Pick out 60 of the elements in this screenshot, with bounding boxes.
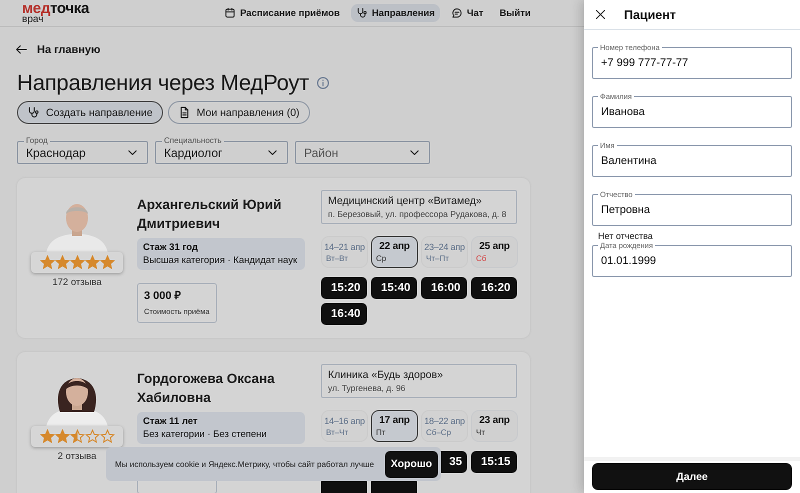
document-icon: [178, 106, 191, 119]
star-icon: [40, 255, 54, 270]
accept-button[interactable]: Хорошо: [384, 450, 438, 478]
reviews-count[interactable]: 172 отзыва: [52, 277, 102, 288]
logo-subtitle: врач: [22, 15, 44, 25]
price-value: 3 000 ₽: [144, 289, 182, 303]
doctor-name[interactable]: Архангельский Юрий Дмитриевич: [137, 195, 321, 233]
back-link[interactable]: На главную: [15, 43, 100, 56]
date-chip[interactable]: 17 апр Пт: [371, 410, 418, 442]
half-star-icon: [70, 429, 84, 444]
time-slot[interactable]: 16:20: [471, 277, 517, 299]
time-slot[interactable]: 15:20: [321, 277, 367, 299]
empty-star-icon: [100, 429, 114, 444]
clinic-box[interactable]: Медицинский центр «Витамед» п. Березовый, ул. профессора Рудакова, д. 8: [321, 190, 517, 224]
clinic-address: ул. Тургенева, д. 96: [328, 383, 406, 393]
time-slot[interactable]: 15:40: [371, 277, 417, 299]
qualification-text: Без категории · Без степени: [143, 429, 268, 440]
clinic-address: п. Березовый, ул. профессора Рудакова, д. 8: [328, 209, 508, 219]
nav-tab[interactable]: Чат: [446, 4, 488, 22]
reviews-count[interactable]: 2 отзыва: [58, 451, 96, 462]
stethoscope-icon: [356, 7, 368, 19]
date-chip[interactable]: 22 апр Ср: [371, 236, 418, 268]
page-title: Направления через МедРоут: [17, 70, 310, 96]
nav-tab[interactable]: Выйти: [494, 4, 536, 22]
date-chip[interactable]: 23 апр Чт: [471, 410, 518, 442]
info-icon[interactable]: [316, 76, 330, 90]
action-tab[interactable]: Мои направления (0): [168, 101, 310, 124]
next-button[interactable]: Далее: [592, 463, 792, 490]
action-tab[interactable]: Создать направление: [17, 101, 163, 124]
chat-icon: [450, 7, 463, 19]
empty-star-icon: [84, 429, 100, 444]
nav-tab[interactable]: Направления: [350, 4, 440, 22]
dropdown-field[interactable]: Район: [295, 141, 430, 164]
star-icon: [70, 255, 84, 270]
date-chip[interactable]: 25 апр Сб: [471, 236, 518, 268]
experience-text: Стаж 31 год: [143, 242, 199, 253]
star-icon: [84, 255, 100, 270]
time-slot[interactable]: 15:15: [471, 451, 517, 473]
star-icon: [54, 429, 70, 444]
no-patronymic-option[interactable]: Нет отчества: [598, 231, 653, 241]
stethoscope-icon: [27, 106, 40, 119]
calendar-icon: [224, 7, 236, 19]
back-arrow-icon: [15, 43, 28, 56]
star-icon: [100, 255, 114, 270]
experience-text: Стаж 11 лет: [143, 416, 199, 427]
nav-tab[interactable]: Расписание приёмов: [219, 4, 345, 22]
cookie-notice: Мы используем cookie и Яндекс.Метрику, чтобы сайт работал лучше: [115, 460, 374, 468]
star-icon: [54, 255, 70, 270]
close-button[interactable]: [594, 8, 607, 21]
qualification-text: Высшая категория · Кандидат наук: [143, 255, 298, 266]
star-icon: [40, 429, 54, 444]
panel-title: Пациент: [624, 8, 676, 22]
clinic-name: Клиника «Будь здоров»: [328, 369, 444, 381]
close-icon: [594, 8, 607, 21]
doctor-name[interactable]: Гордогожева Оксана Хабиловна: [137, 369, 321, 407]
logo[interactable]: медточка: [22, 1, 90, 16]
clinic-box[interactable]: Клиника «Будь здоров» ул. Тургенева, д. 96: [321, 364, 517, 398]
clinic-name: Медицинский центр «Витамед»: [328, 195, 483, 207]
time-slot[interactable]: 16:00: [421, 277, 467, 299]
time-slot[interactable]: 16:40: [321, 303, 367, 325]
